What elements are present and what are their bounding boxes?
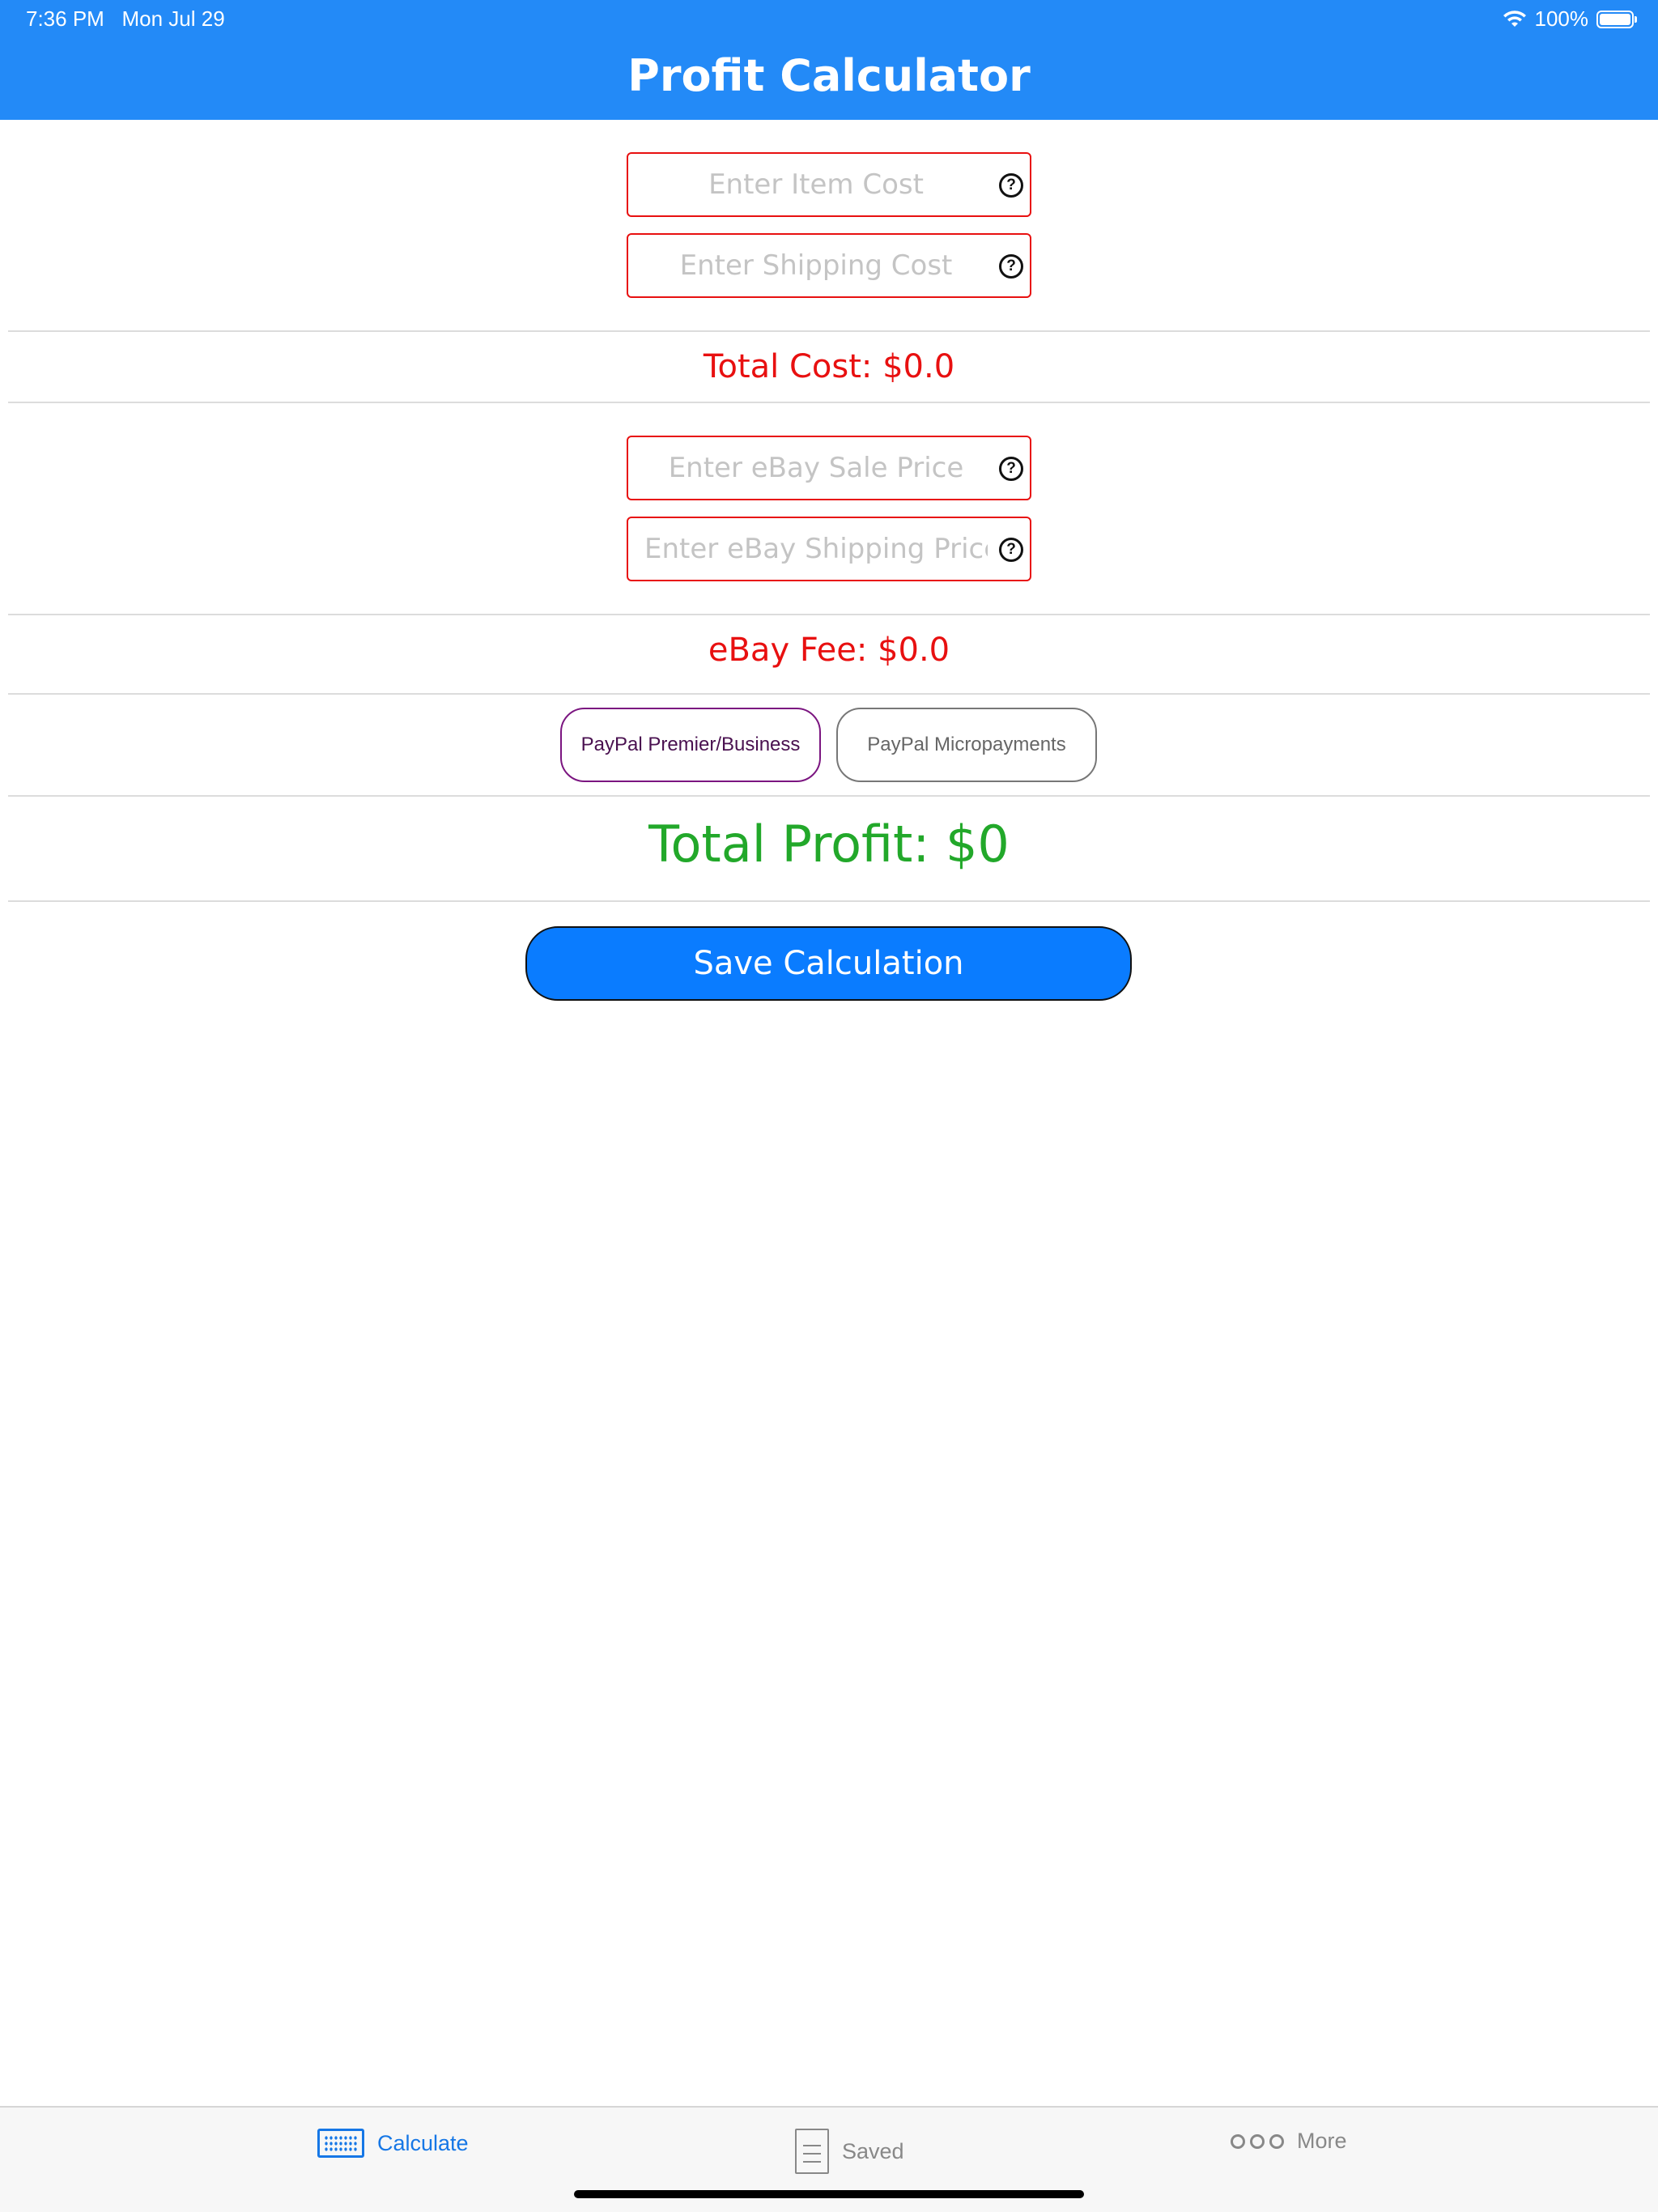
ebay-shipping-price-help-icon[interactable]: ? <box>999 538 1023 562</box>
ebay-shipping-price-field[interactable]: ? <box>627 517 1036 581</box>
keyboard-icon <box>317 2129 364 2158</box>
more-dots-icon <box>1231 2133 1284 2149</box>
status-bar-time: 7:36 PM Mon Jul 29 <box>26 6 225 32</box>
divider <box>8 795 1650 797</box>
shipping-cost-help-icon[interactable]: ? <box>999 254 1023 279</box>
page-title: Profit Calculator <box>627 50 1031 101</box>
item-cost-help-icon[interactable]: ? <box>999 173 1023 198</box>
divider <box>8 402 1650 403</box>
shipping-cost-field[interactable]: ? <box>627 233 1036 298</box>
save-calculation-button[interactable]: Save Calculation <box>525 926 1132 1001</box>
paypal-premier-business-option[interactable]: PayPal Premier/Business <box>560 708 821 782</box>
tab-calculate-label: Calculate <box>377 2130 469 2155</box>
total-cost-label: Total Cost: $0.0 <box>703 348 955 385</box>
divider <box>8 693 1650 695</box>
battery-icon <box>1596 10 1637 28</box>
ebay-sale-price-help-icon[interactable]: ? <box>999 457 1023 481</box>
document-icon <box>795 2129 829 2174</box>
ebay-fee-label: eBay Fee: $0.0 <box>708 632 950 669</box>
battery-percent: 100% <box>1534 6 1589 31</box>
shipping-cost-input[interactable] <box>628 249 1036 282</box>
status-date-text: Mon Jul 29 <box>121 6 225 31</box>
item-cost-input[interactable] <box>628 168 1036 201</box>
total-profit-label: Total Profit: $0 <box>648 815 1010 874</box>
paypal-micropayments-option[interactable]: PayPal Micropayments <box>836 708 1097 782</box>
wifi-icon <box>1503 10 1526 27</box>
status-time-text: 7:36 PM <box>26 6 104 31</box>
divider <box>8 900 1650 902</box>
tab-saved-label: Saved <box>842 2138 904 2163</box>
tab-saved[interactable]: Saved <box>795 2129 904 2174</box>
app-header: 7:36 PM Mon Jul 29 100% Profit Calculato… <box>0 0 1658 120</box>
tab-more[interactable]: More <box>1231 2129 1347 2154</box>
status-bar-right: 100% <box>1503 6 1637 32</box>
ebay-shipping-price-input[interactable] <box>628 533 1036 565</box>
ebay-sale-price-field[interactable]: ? <box>627 436 1036 500</box>
divider <box>8 330 1650 332</box>
home-indicator <box>574 2190 1084 2198</box>
tab-calculate[interactable]: Calculate <box>317 2129 469 2158</box>
ebay-sale-price-input[interactable] <box>628 452 1036 484</box>
tab-more-label: More <box>1297 2129 1347 2153</box>
divider <box>8 614 1650 615</box>
item-cost-field[interactable]: ? <box>627 152 1036 217</box>
